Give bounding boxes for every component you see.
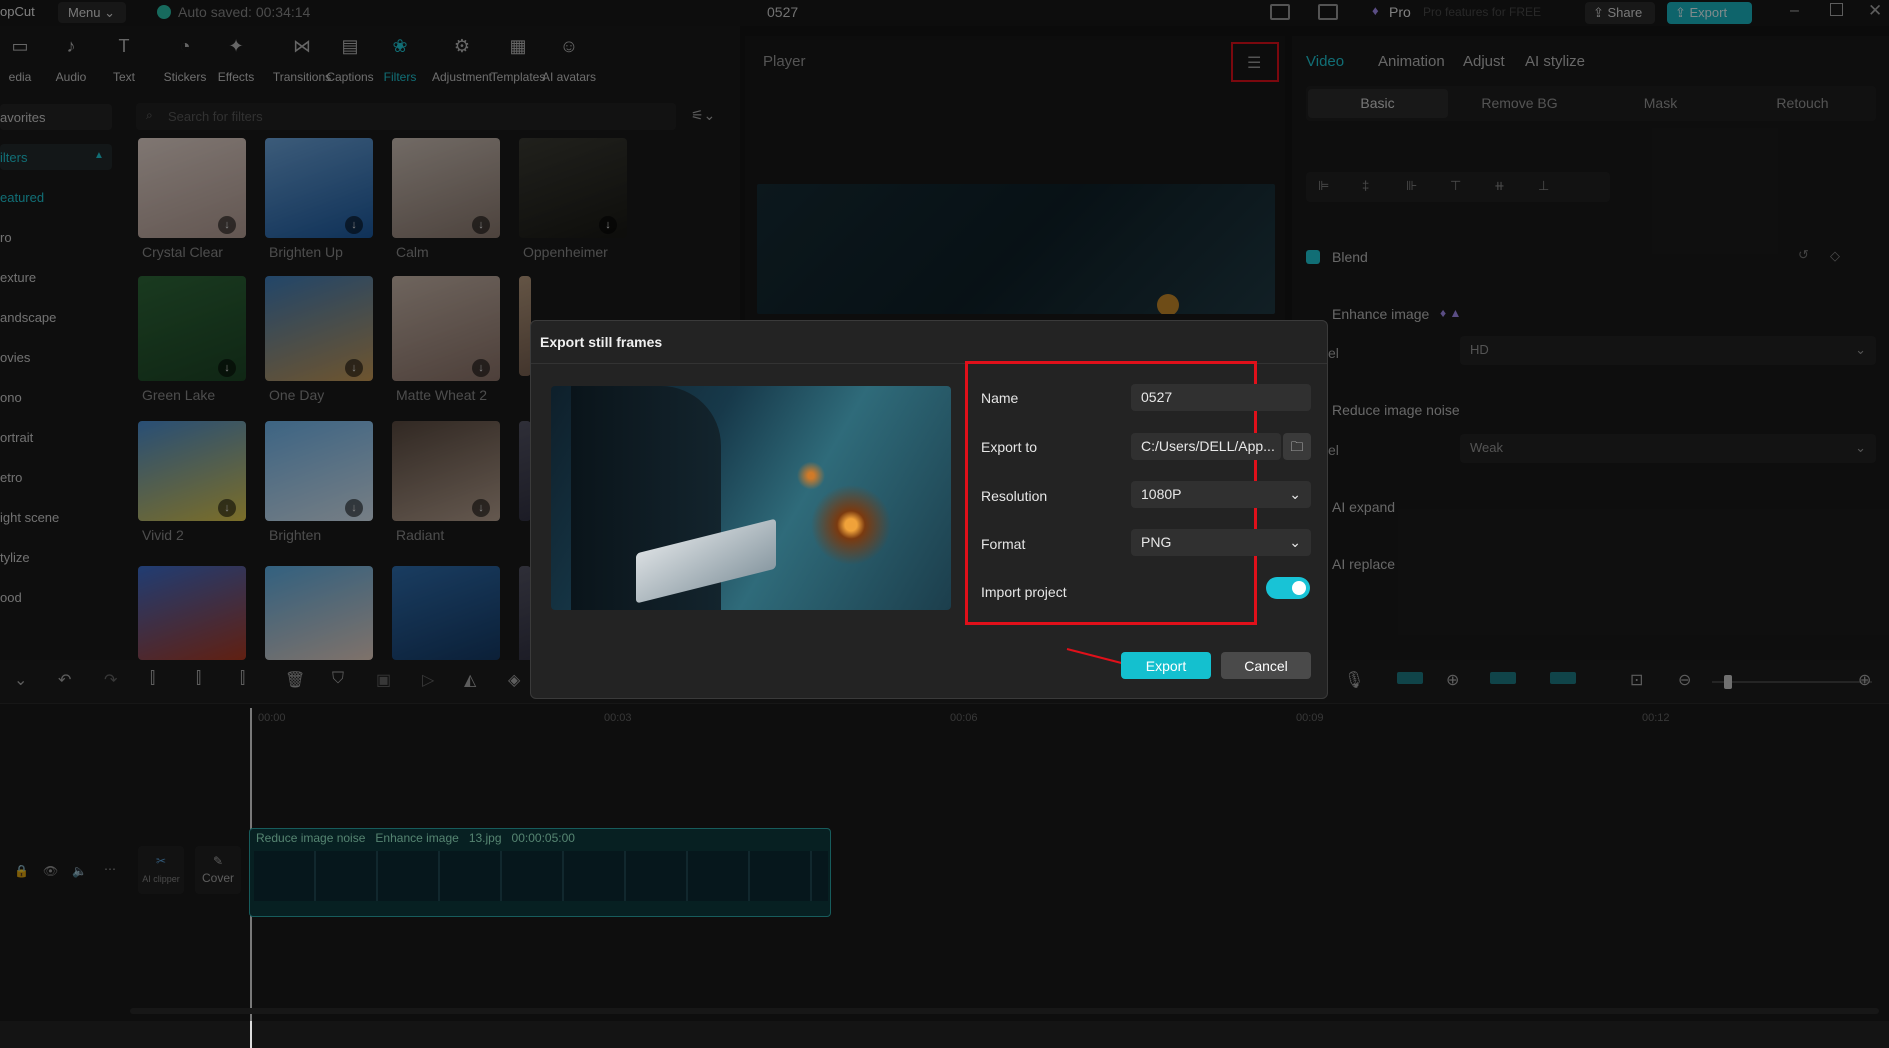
resolution-label: Resolution xyxy=(981,488,1048,504)
chevron-down-icon: ⌄ xyxy=(1289,534,1301,550)
export-path-input[interactable]: C:/Users/DELL/App... xyxy=(1131,433,1281,460)
export-confirm-button[interactable]: Export xyxy=(1121,652,1211,679)
cancel-button[interactable]: Cancel xyxy=(1221,652,1311,679)
name-label: Name xyxy=(981,390,1019,406)
chevron-down-icon: ⌄ xyxy=(1289,486,1301,502)
export-to-label: Export to xyxy=(981,439,1038,455)
name-input[interactable]: 0527 xyxy=(1131,384,1311,411)
import-project-label: Import project xyxy=(981,584,1067,600)
export-still-frames-dialog: Export still frames Name 0527 Export to … xyxy=(530,320,1328,699)
frame-preview-image xyxy=(551,386,951,610)
resolution-select[interactable]: 1080P ⌄ xyxy=(1131,481,1311,508)
import-project-toggle[interactable] xyxy=(1266,577,1310,599)
format-value: PNG xyxy=(1141,534,1172,550)
dialog-title: Export still frames xyxy=(540,334,663,350)
format-select[interactable]: PNG ⌄ xyxy=(1131,529,1311,556)
format-label: Format xyxy=(981,536,1026,552)
browse-folder-button[interactable]: 🗀 xyxy=(1283,433,1311,460)
toggle-knob xyxy=(1292,581,1306,595)
resolution-value: 1080P xyxy=(1141,486,1182,502)
folder-icon: 🗀 xyxy=(1290,439,1304,454)
